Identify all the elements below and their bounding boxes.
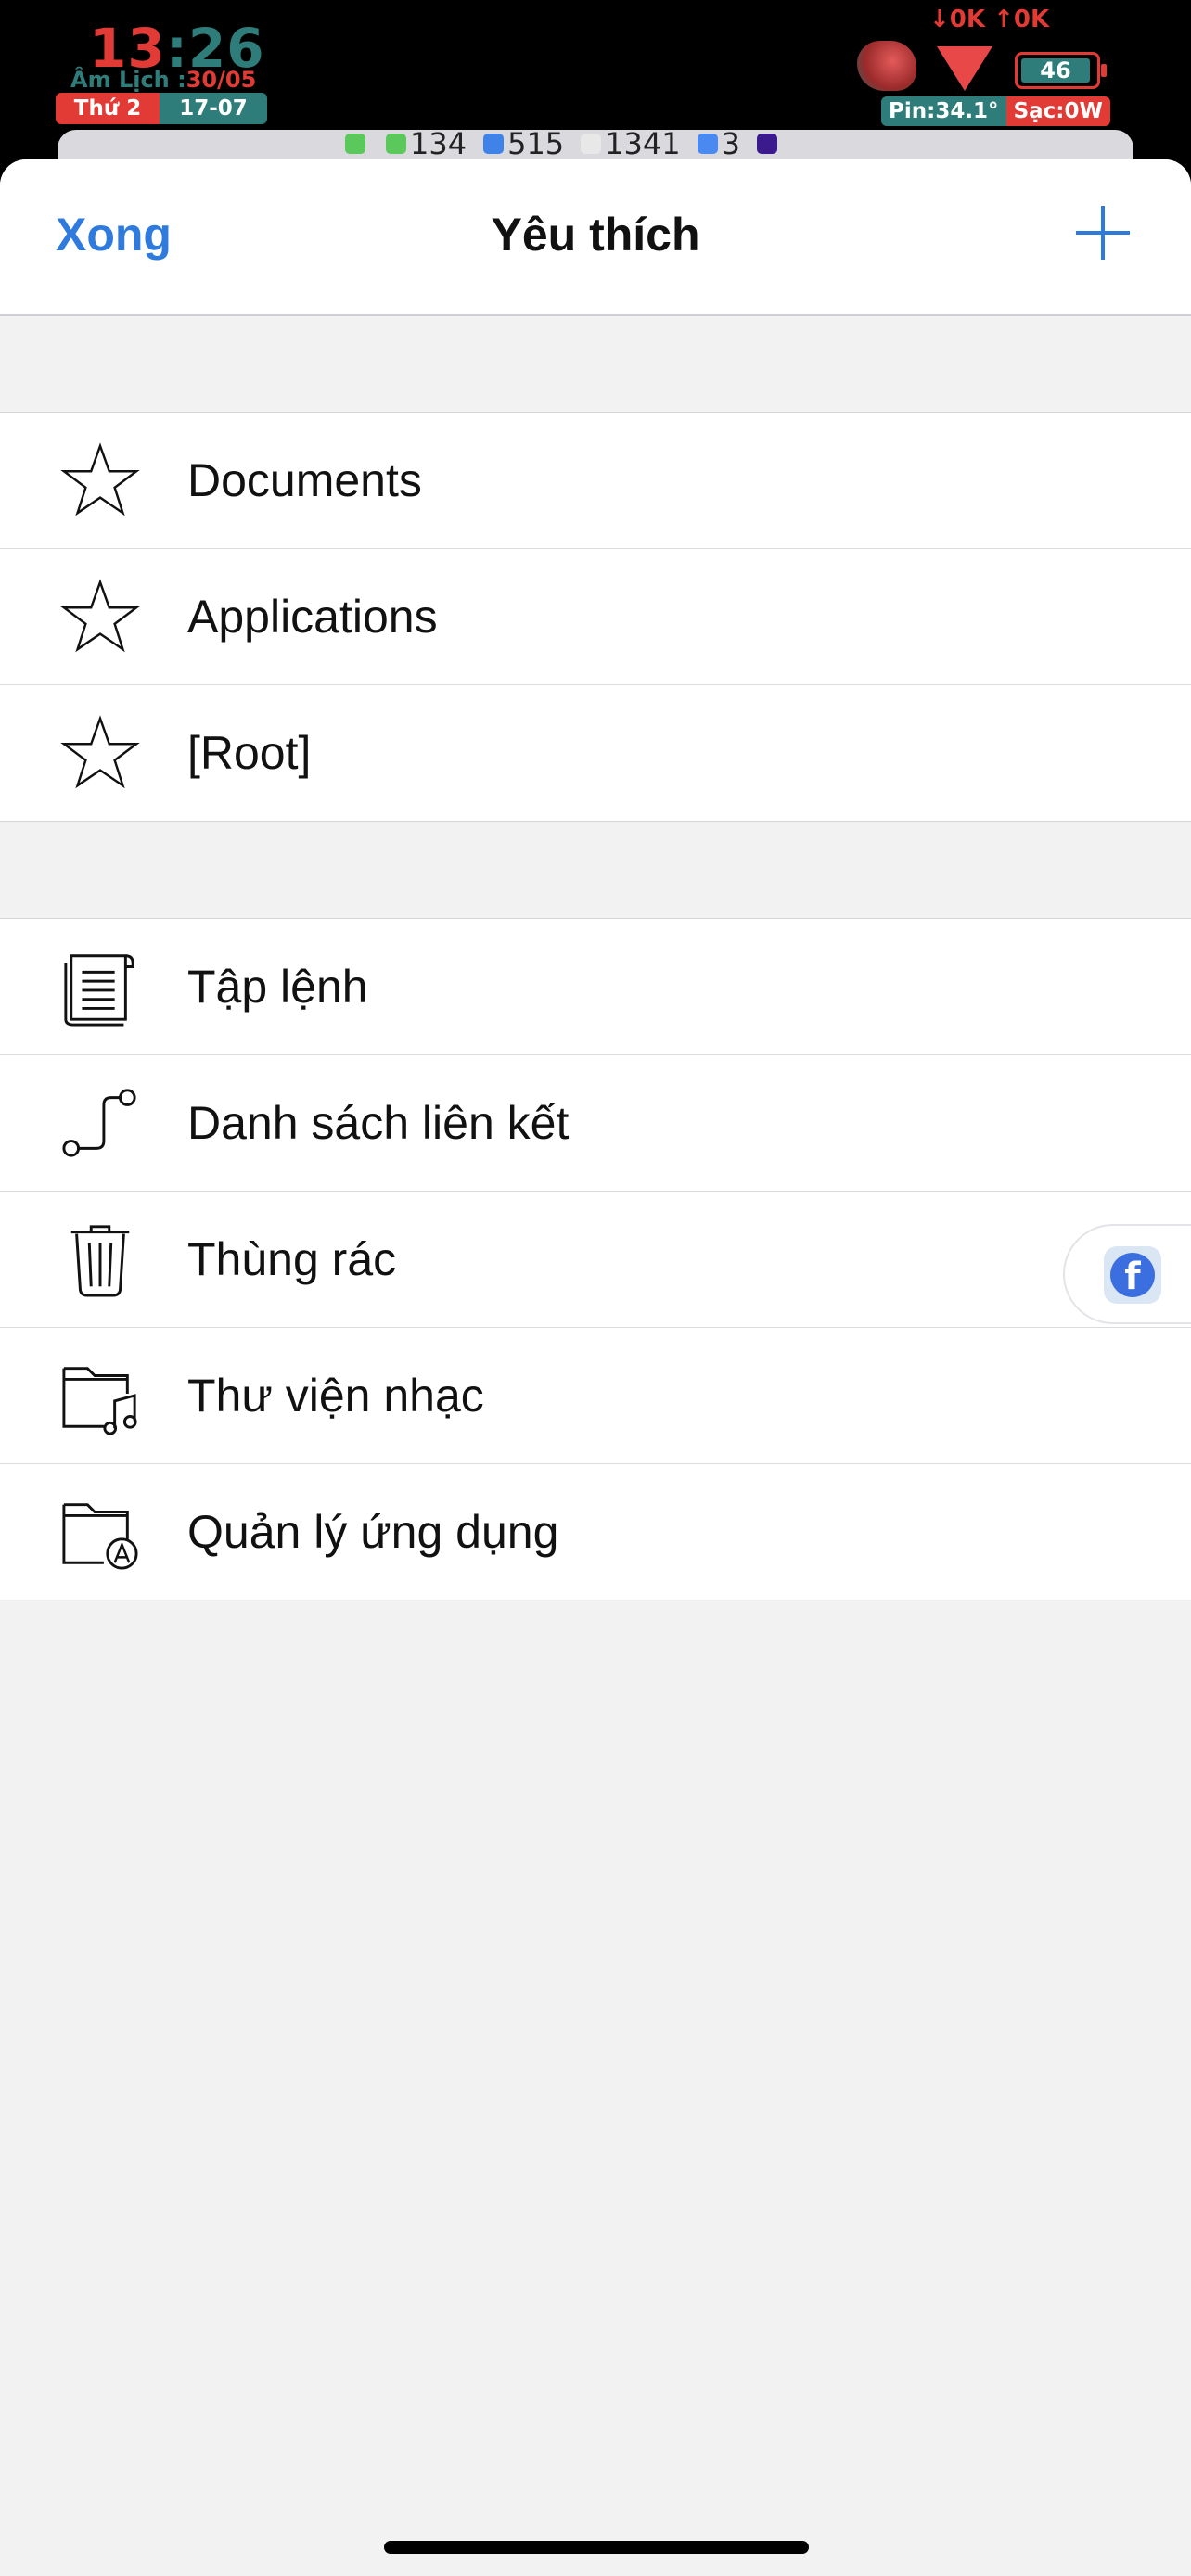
script-icon bbox=[58, 947, 143, 1027]
tool-item[interactable]: Quản lý ứng dụng bbox=[0, 1464, 1191, 1600]
date-label: 17-07 bbox=[160, 93, 267, 124]
trash-icon bbox=[58, 1219, 143, 1299]
lunar-date: Âm Lịch :30/05 bbox=[70, 67, 257, 93]
favorite-item-label: Documents bbox=[187, 454, 422, 506]
page-title: Yêu thích bbox=[491, 209, 700, 261]
gmail-icon bbox=[581, 134, 602, 154]
tool-item-label: Danh sách liên kết bbox=[187, 1097, 570, 1149]
notification-badges: 134 515 1341 3 bbox=[345, 126, 781, 161]
app-icon bbox=[756, 134, 777, 154]
facebook-icon: f bbox=[1110, 1253, 1155, 1298]
star-icon bbox=[58, 713, 143, 793]
tool-item[interactable]: Thư viện nhạc bbox=[0, 1328, 1191, 1464]
music-folder-icon bbox=[58, 1356, 143, 1435]
badge-count: 3 bbox=[721, 126, 740, 161]
tool-item-label: Thùng rác bbox=[187, 1233, 397, 1285]
charge-rate: Sạc:0W bbox=[1005, 96, 1110, 126]
tool-item-label: Thư viện nhạc bbox=[187, 1370, 484, 1422]
star-icon bbox=[58, 440, 143, 520]
tool-item[interactable]: Tập lệnh bbox=[0, 919, 1191, 1055]
zalo-icon bbox=[483, 134, 505, 154]
notification-badge bbox=[756, 134, 781, 154]
notification-badge: 3 bbox=[697, 126, 740, 161]
messages-icon bbox=[386, 134, 406, 154]
favorites-sheet: Xong Yêu thích Documents Applications [Roo… bbox=[0, 159, 1191, 2576]
battery-icon: 46 bbox=[1015, 52, 1107, 89]
date-pill: Thứ 2 17-07 bbox=[56, 93, 267, 124]
star-icon bbox=[58, 577, 143, 657]
home-indicator[interactable] bbox=[384, 2541, 809, 2554]
badge-count: 1341 bbox=[605, 126, 681, 161]
plus-icon[interactable] bbox=[1076, 206, 1130, 260]
tool-item-label: Tập lệnh bbox=[187, 961, 368, 1013]
net-speed: ↓0K ↑0K bbox=[929, 6, 1050, 33]
app-folder-icon bbox=[58, 1492, 143, 1572]
favorite-item[interactable]: [Root] bbox=[0, 685, 1191, 821]
weekday-label: Thứ 2 bbox=[56, 93, 160, 124]
notification-badge: 134 bbox=[386, 126, 467, 161]
favorite-item[interactable]: Applications bbox=[0, 549, 1191, 685]
nav-bar: Xong Yêu thích bbox=[0, 159, 1191, 316]
signal-icon bbox=[937, 46, 992, 91]
tool-item-label: Quản lý ứng dụng bbox=[187, 1506, 559, 1558]
phone-icon bbox=[345, 134, 365, 154]
badge-count: 134 bbox=[410, 126, 467, 161]
battery-level: 46 bbox=[1021, 58, 1090, 83]
notification-badge bbox=[345, 134, 369, 154]
facebook-floating-button[interactable]: f bbox=[1065, 1226, 1191, 1322]
favorite-item-label: [Root] bbox=[187, 727, 312, 779]
link-list-icon bbox=[58, 1083, 143, 1163]
tools-list: Tập lệnh Danh sách liên kết Thùng rác Thư v… bbox=[0, 918, 1191, 1600]
notification-badge: 515 bbox=[483, 126, 564, 161]
badge-count: 515 bbox=[507, 126, 565, 161]
favorite-item-label: Applications bbox=[187, 591, 438, 643]
weather-icon bbox=[857, 41, 916, 91]
favorites-list: Documents Applications [Root] bbox=[0, 412, 1191, 822]
messenger-icon bbox=[697, 134, 718, 154]
battery-info: Pin:34.1° Sạc:0W bbox=[881, 96, 1110, 126]
tool-item[interactable]: Thùng rác bbox=[0, 1192, 1191, 1328]
battery-temp: Pin:34.1° bbox=[881, 96, 1006, 126]
notification-badge: 1341 bbox=[581, 126, 681, 161]
favorite-item[interactable]: Documents bbox=[0, 413, 1191, 549]
tool-item[interactable]: Danh sách liên kết bbox=[0, 1055, 1191, 1192]
